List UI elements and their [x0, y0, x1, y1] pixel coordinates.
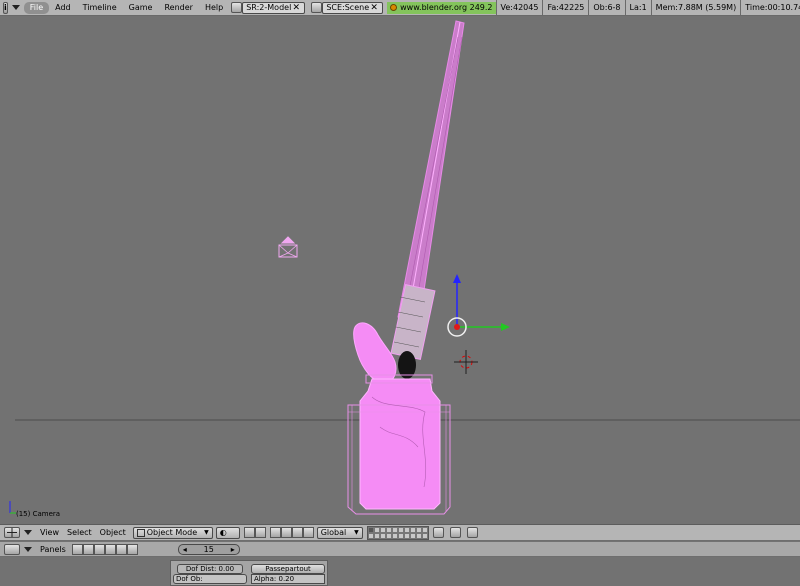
- brush-handle-mesh[interactable]: [390, 20, 465, 360]
- chevron-down-icon: ▼: [204, 529, 209, 536]
- chevron-down-icon[interactable]: [24, 546, 32, 552]
- pivot-and-snap-group: [243, 527, 266, 538]
- scene-browse-button[interactable]: [311, 2, 323, 13]
- render-preview-icon[interactable]: [466, 527, 478, 538]
- editor-type-button[interactable]: [4, 543, 20, 555]
- menu-select[interactable]: Select: [63, 528, 96, 537]
- menu-view[interactable]: View: [36, 528, 63, 537]
- chevron-right-icon[interactable]: ▸: [231, 545, 235, 554]
- close-icon[interactable]: ✕: [291, 3, 301, 13]
- mode-value: Object Mode: [146, 528, 198, 537]
- nozzle-mesh[interactable]: [353, 322, 397, 384]
- orientation-value: Global: [320, 528, 347, 537]
- blender-logo-icon: [390, 4, 398, 11]
- camera-panel: Dof Dist: 0.00 Dof Ob: Passepartout Alph…: [170, 560, 328, 586]
- logic-icon[interactable]: [71, 543, 83, 555]
- alpha-slider[interactable]: Alpha: 0.20: [251, 574, 325, 584]
- menu-game[interactable]: Game: [123, 2, 159, 14]
- menu-help[interactable]: Help: [199, 2, 229, 14]
- mode-dropdown[interactable]: Object Mode ▼: [132, 526, 213, 539]
- camera-object[interactable]: [278, 236, 298, 258]
- bottle-mesh[interactable]: [347, 374, 451, 515]
- editing-icon[interactable]: [115, 543, 127, 555]
- view-object-label: (15) Camera: [16, 510, 61, 518]
- 3d-view-header: View Select Object Object Mode ▼ ◐ Globa…: [0, 524, 800, 541]
- 3d-cursor[interactable]: [454, 350, 478, 374]
- menu-file[interactable]: File: [23, 1, 50, 14]
- scale-icon[interactable]: [302, 527, 314, 538]
- scene-icon[interactable]: [126, 543, 138, 555]
- info-icon[interactable]: i: [3, 1, 8, 14]
- blender-url[interactable]: www.blender.org 249.2: [387, 1, 496, 14]
- chevron-down-icon: ▼: [354, 529, 359, 536]
- context-buttons: [71, 543, 138, 555]
- current-frame-field[interactable]: ◂ 15 ▸: [177, 543, 240, 555]
- menu-render[interactable]: Render: [158, 2, 198, 14]
- stat-verts: Ve:42045: [495, 0, 543, 15]
- manipulator-group: [269, 527, 314, 538]
- transform-manipulator[interactable]: [447, 274, 510, 337]
- chevron-left-icon[interactable]: ◂: [183, 545, 187, 554]
- object-icon[interactable]: [104, 543, 116, 555]
- screen-field[interactable]: SR:2-Model ✕: [242, 1, 306, 14]
- stat-time: Time:00:10.74 (1: [740, 0, 800, 15]
- url-text: www.blender.org 249.2: [400, 2, 493, 12]
- lock-icon[interactable]: [432, 527, 444, 538]
- passepartout-button[interactable]: Passepartout: [251, 564, 325, 574]
- snap-icon[interactable]: [254, 527, 266, 538]
- viewport-canvas[interactable]: [0, 17, 800, 523]
- screen-field-text: SR:2-Model: [246, 3, 292, 12]
- crosshair-icon: [7, 528, 17, 537]
- orientation-dropdown[interactable]: Global ▼: [316, 526, 363, 539]
- scene-field[interactable]: SCE:Scene ✕: [322, 1, 384, 14]
- chevron-down-icon[interactable]: [24, 530, 32, 535]
- stat-memory: Mem:7.88M (5.59M): [650, 0, 741, 15]
- editor-type-button[interactable]: [4, 527, 20, 538]
- screen-browse-button[interactable]: [231, 2, 243, 13]
- draw-type-dropdown[interactable]: ◐: [215, 526, 240, 539]
- rotate-icon[interactable]: [291, 527, 303, 538]
- shading-icon[interactable]: [93, 543, 105, 555]
- menu-add[interactable]: Add: [49, 2, 77, 14]
- mode-icon: [136, 528, 145, 537]
- translate-icon[interactable]: [280, 527, 292, 538]
- close-icon[interactable]: ✕: [369, 3, 379, 13]
- layer-buttons[interactable]: [366, 525, 429, 540]
- top-header: i File Add Timeline Game Render Help SR:…: [0, 0, 800, 16]
- scene-field-text: SCE:Scene: [326, 3, 370, 12]
- script-icon[interactable]: [82, 543, 94, 555]
- ogl-render-icon[interactable]: [449, 527, 461, 538]
- draw-type-icon: ◐: [219, 528, 227, 537]
- dof-dist-field[interactable]: Dof Dist: 0.00: [177, 564, 243, 574]
- chevron-down-icon[interactable]: [11, 5, 20, 10]
- hand-icon[interactable]: [269, 527, 281, 538]
- menu-object[interactable]: Object: [96, 528, 130, 537]
- dof-ob-field[interactable]: Dof Ob:: [173, 574, 247, 584]
- buttons-window: Dof Dist: 0.00 Dof Ob: Passepartout Alph…: [0, 558, 800, 586]
- stat-lamps: La:1: [624, 0, 651, 15]
- panels-menu[interactable]: Panels: [36, 545, 70, 554]
- buttons-window-header: Panels ◂ 15 ▸: [0, 542, 800, 557]
- stat-objects: Ob:6-8: [588, 0, 624, 15]
- menu-timeline[interactable]: Timeline: [77, 2, 123, 14]
- layer-20[interactable]: [421, 532, 428, 539]
- current-frame-value: 15: [203, 544, 214, 554]
- stat-faces: Fa:42225: [542, 0, 588, 15]
- pivot-icon[interactable]: [243, 527, 255, 538]
- 3d-viewport[interactable]: (15) Camera: [0, 17, 800, 523]
